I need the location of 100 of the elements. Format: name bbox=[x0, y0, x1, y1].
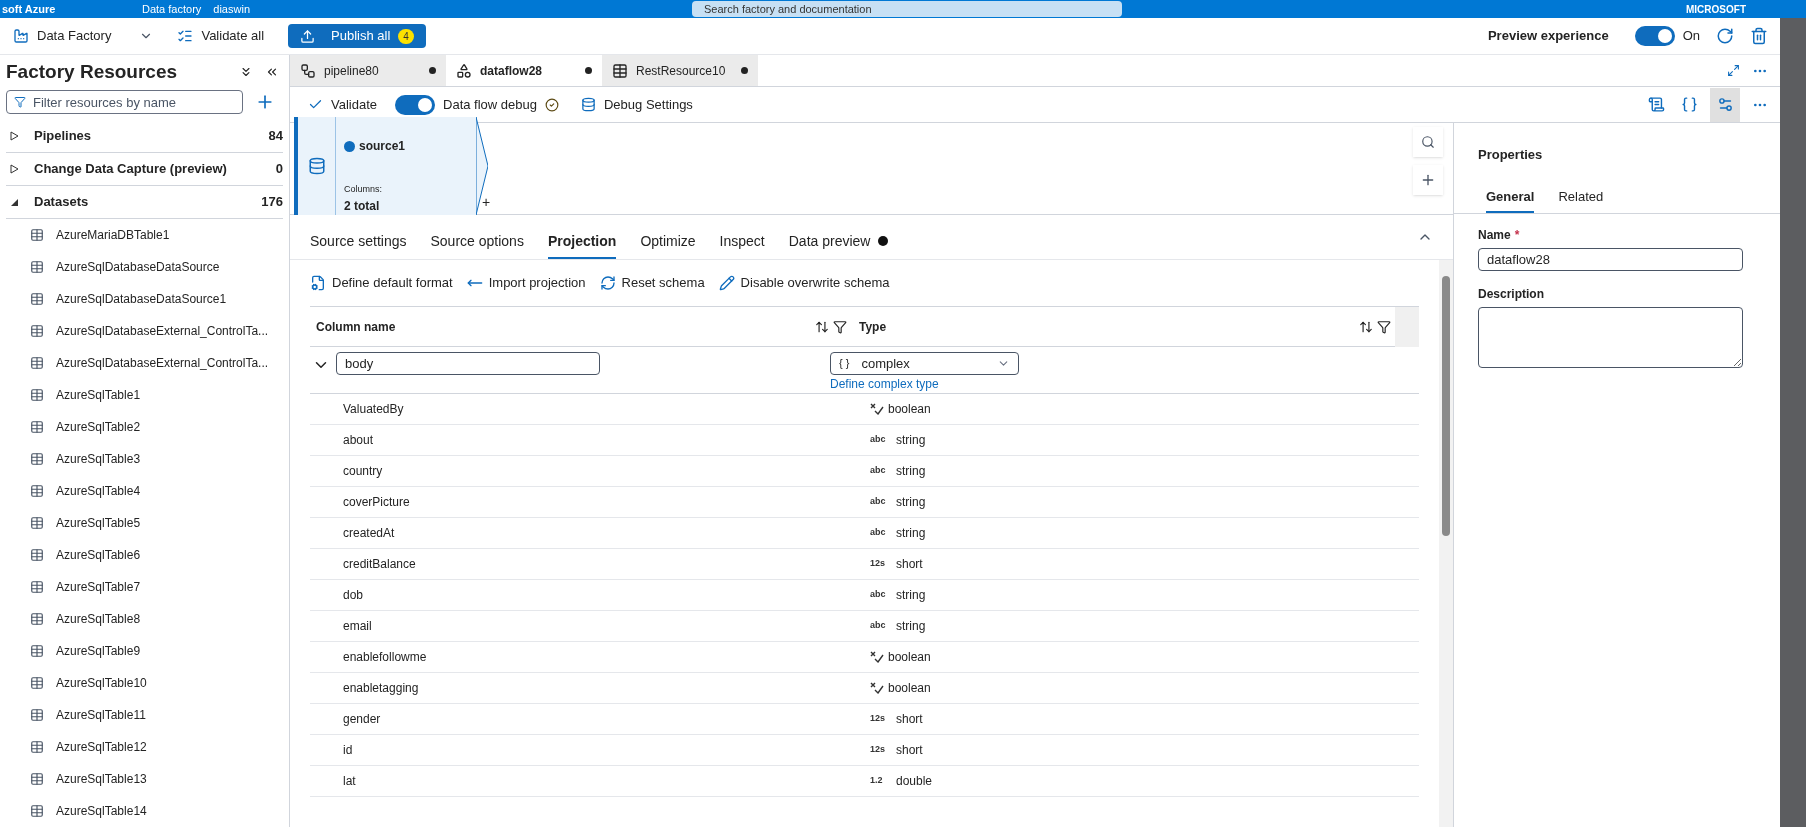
table-cell-text: country bbox=[342, 463, 384, 480]
count-badge: 4 bbox=[398, 28, 414, 44]
toggle-switch[interactable] bbox=[1634, 26, 1675, 46]
refresh-icon[interactable] bbox=[1716, 27, 1734, 45]
sort-icon[interactable] bbox=[1359, 319, 1373, 334]
type-tag: abc bbox=[870, 588, 892, 602]
type-dropdown[interactable]: { } complex bbox=[830, 352, 1019, 375]
action-button[interactable]: Define default format bbox=[310, 273, 453, 293]
column-name-field[interactable]: body bbox=[336, 352, 600, 375]
validate-button[interactable]: Validate bbox=[308, 94, 377, 115]
type-tag: abc bbox=[870, 464, 892, 478]
add-transform-button[interactable]: + bbox=[482, 192, 491, 213]
preview-label: Preview experience bbox=[1487, 27, 1609, 46]
config-tab[interactable]: Projection bbox=[547, 225, 617, 259]
column-header: Column name bbox=[315, 318, 397, 336]
type-tag: 12s bbox=[870, 712, 892, 726]
breadcrumb-link[interactable]: diaswin bbox=[213, 0, 250, 18]
action-button[interactable]: Disable overwrite schema bbox=[718, 273, 890, 293]
description-field[interactable] bbox=[1478, 306, 1743, 368]
dataset-item[interactable]: AzureSqlDatabaseExternal_ControlTa... bbox=[6, 315, 283, 347]
zoom-in-button[interactable] bbox=[1413, 165, 1443, 195]
dataset-item[interactable]: AzureSqlTable3 bbox=[6, 443, 283, 475]
define-complex-type-link[interactable]: Define complex type bbox=[830, 375, 1019, 393]
dataset-item[interactable]: AzureMariaDBTable1 bbox=[6, 219, 283, 251]
header-spacer bbox=[1395, 306, 1419, 347]
dataset-item[interactable]: AzureSqlTable5 bbox=[6, 507, 283, 539]
properties-toggle[interactable] bbox=[1710, 87, 1740, 122]
dataset-item[interactable]: AzureSqlTable2 bbox=[6, 411, 283, 443]
type-tag: abc bbox=[870, 619, 892, 633]
table-cell-text: coverPicture bbox=[342, 494, 411, 511]
action-button[interactable]: Reset schema bbox=[599, 273, 705, 293]
table-cell-text: double bbox=[896, 773, 933, 790]
boolean-icon bbox=[870, 651, 884, 663]
dataset-item[interactable]: AzureSqlTable9 bbox=[6, 635, 283, 667]
collapsed-icon bbox=[10, 164, 19, 174]
validate-all-button[interactable]: Validate all bbox=[177, 26, 265, 46]
sort-icon[interactable] bbox=[815, 319, 829, 334]
checklist-icon bbox=[177, 28, 194, 44]
type-tag: abc bbox=[870, 495, 892, 509]
table-icon bbox=[30, 260, 44, 274]
source-badge-icon bbox=[344, 140, 355, 152]
dataset-item[interactable]: AzureSqlTable8 bbox=[6, 603, 283, 635]
table-icon bbox=[30, 708, 44, 722]
dataset-item[interactable]: AzureSqlDatabaseDataSource1 bbox=[6, 283, 283, 315]
action-button[interactable]: Import projection bbox=[466, 273, 586, 293]
dataset-item[interactable]: AzureSqlTable6 bbox=[6, 539, 283, 571]
type-tag: { } bbox=[839, 355, 850, 372]
account-name[interactable]: MICROSOFT bbox=[1686, 1, 1746, 17]
table-icon bbox=[30, 452, 44, 466]
factory-menu[interactable]: Data Factory bbox=[13, 26, 154, 46]
section-header[interactable]: Datasets 176 bbox=[6, 186, 283, 219]
properties-tab[interactable]: General bbox=[1486, 182, 1535, 213]
dataset-item[interactable]: AzureSqlTable1 bbox=[6, 379, 283, 411]
document-tab[interactable]: pipeline80 bbox=[290, 55, 446, 86]
filter-field[interactable]: Filter resources by name bbox=[6, 90, 243, 114]
refresh-icon bbox=[599, 275, 616, 291]
dataset-item[interactable]: AzureSqlTable4 bbox=[6, 475, 283, 507]
expand-icon[interactable] bbox=[1727, 64, 1740, 77]
section-header[interactable]: Change Data Capture (preview) 0 bbox=[6, 153, 283, 186]
table-cell-text: string bbox=[896, 587, 926, 604]
expanded-icon bbox=[10, 197, 19, 207]
config-tab[interactable]: Source settings bbox=[310, 225, 407, 259]
dataset-item[interactable]: AzureSqlTable12 bbox=[6, 731, 283, 763]
table-icon bbox=[30, 644, 44, 658]
dataset-item[interactable]: AzureSqlTable11 bbox=[6, 699, 283, 731]
search-icon bbox=[1421, 135, 1435, 149]
properties-tab[interactable]: Related bbox=[1558, 182, 1604, 213]
publish-all-button[interactable]: Publish all 4 bbox=[288, 24, 426, 48]
config-tab[interactable]: Data preview bbox=[788, 225, 889, 259]
toggle-switch[interactable] bbox=[395, 94, 435, 115]
shapes-icon bbox=[456, 62, 472, 79]
dataset-item[interactable]: AzureSqlTable14 bbox=[6, 795, 283, 827]
config-tab[interactable]: Optimize bbox=[640, 225, 696, 259]
config-tab[interactable]: Source options bbox=[430, 225, 524, 259]
code-icon[interactable] bbox=[1681, 96, 1698, 113]
factory-icon bbox=[13, 28, 29, 44]
dataset-item[interactable]: AzureSqlTable10 bbox=[6, 667, 283, 699]
type-tag: 12s bbox=[870, 557, 892, 571]
dataset-item[interactable]: AzureSqlDatabaseExternal_ControlTa... bbox=[6, 347, 283, 379]
filter-icon[interactable] bbox=[833, 319, 847, 334]
plus-icon bbox=[1420, 172, 1436, 188]
script-icon[interactable] bbox=[1648, 96, 1665, 113]
dataset-item[interactable]: AzureSqlTable13 bbox=[6, 763, 283, 795]
name-input-field[interactable]: dataflow28 bbox=[1478, 247, 1743, 271]
table-cell-text: boolean bbox=[888, 401, 931, 418]
config-tab[interactable]: Inspect bbox=[719, 225, 765, 259]
dataset-item[interactable]: AzureSqlTable7 bbox=[6, 571, 283, 603]
section-header[interactable]: Pipelines 84 bbox=[6, 120, 283, 153]
search-field[interactable]: Search factory and documentation bbox=[692, 1, 1122, 17]
breadcrumb-link[interactable]: Data factory bbox=[142, 0, 202, 18]
database-icon bbox=[307, 157, 326, 175]
brand-title: soft Azure bbox=[2, 1, 57, 17]
filter-icon[interactable] bbox=[1377, 319, 1391, 334]
dataset-item[interactable]: AzureSqlDatabaseDataSource bbox=[6, 251, 283, 283]
document-tab[interactable]: RestResource10 bbox=[602, 55, 758, 86]
zoom-search-button[interactable] bbox=[1413, 127, 1443, 157]
table-cell-text: about bbox=[342, 432, 375, 449]
table-icon bbox=[30, 772, 44, 786]
debug-settings-button[interactable]: Debug Settings bbox=[580, 94, 693, 115]
delete-icon[interactable] bbox=[1750, 27, 1768, 45]
